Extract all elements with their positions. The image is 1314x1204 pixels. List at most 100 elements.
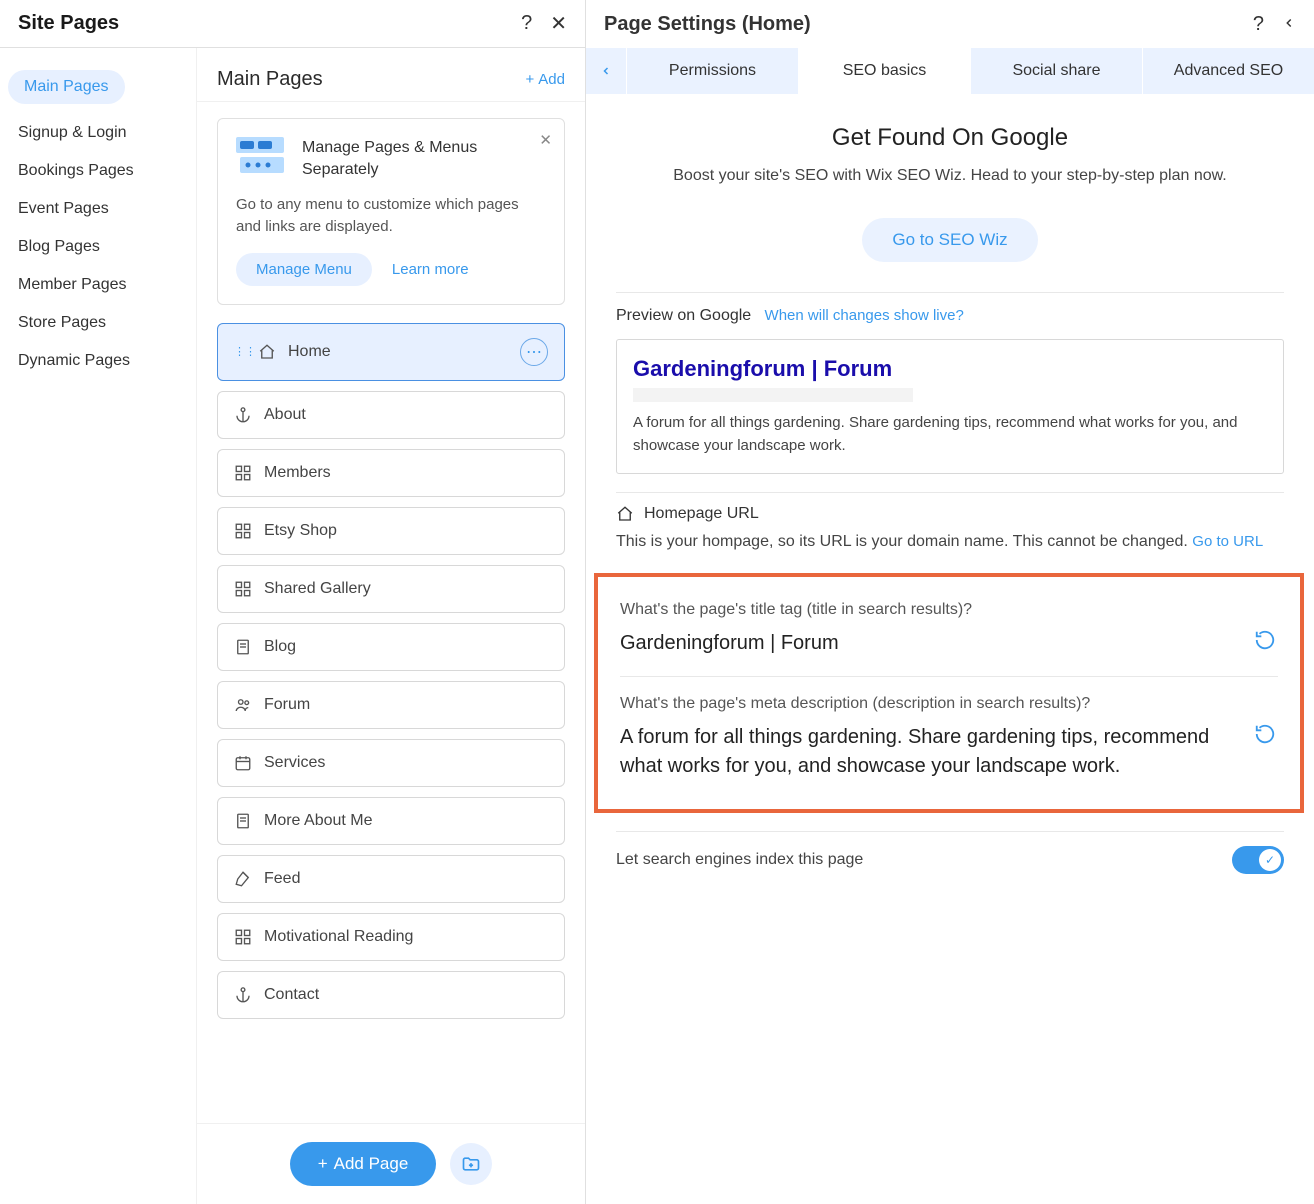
page-item[interactable]: ⋮⋮ Home ⋯ xyxy=(217,323,565,381)
page-icon xyxy=(234,812,252,830)
close-icon[interactable]: ✕ xyxy=(550,11,567,36)
revert-icon[interactable] xyxy=(1254,629,1278,653)
add-page-label: Add Page xyxy=(334,1154,409,1174)
page-icon xyxy=(234,638,252,656)
go-to-url-link[interactable]: Go to URL xyxy=(1192,533,1263,550)
sidebar-category[interactable]: Bookings Pages xyxy=(0,152,196,190)
index-toggle-label: Let search engines index this page xyxy=(616,851,1232,869)
title-tag-label: What's the page's title tag (title in se… xyxy=(620,601,1278,619)
sidebar-category[interactable]: Blog Pages xyxy=(0,228,196,266)
categories-sidebar: Main Pages Signup & LoginBookings PagesEv… xyxy=(0,48,197,1204)
seo-hero: Get Found On Google Boost your site's SE… xyxy=(586,94,1314,292)
site-pages-header: Site Pages ? ✕ xyxy=(0,0,585,48)
anchor-icon xyxy=(234,406,252,424)
manage-menus-info: ✕ xyxy=(217,118,565,305)
pages-footer: + Add Page xyxy=(197,1123,585,1204)
pages-column-header: Main Pages + Add xyxy=(197,48,585,102)
site-pages-title: Site Pages xyxy=(18,12,521,35)
add-link[interactable]: + Add xyxy=(526,71,565,88)
more-options-button[interactable]: ⋯ xyxy=(520,338,548,366)
learn-more-link[interactable]: Learn more xyxy=(392,261,469,278)
page-item[interactable]: Blog xyxy=(217,623,565,671)
page-item-label: Home xyxy=(288,343,331,361)
grid-icon xyxy=(234,522,252,540)
sidebar-category[interactable]: Signup & Login xyxy=(0,114,196,152)
preview-label-row: Preview on Google When will changes show… xyxy=(616,293,1284,339)
settings-tab[interactable]: Social share xyxy=(970,48,1142,94)
page-settings-title: Page Settings (Home) xyxy=(604,13,1253,36)
meta-desc-input[interactable]: A forum for all things gardening. Share … xyxy=(620,723,1240,781)
homepage-url-body: This is your hompage, so its URL is your… xyxy=(616,533,1192,550)
drag-handle-icon[interactable]: ⋮⋮ xyxy=(234,345,246,358)
close-icon[interactable]: ✕ xyxy=(539,131,552,149)
pen-icon xyxy=(234,870,252,888)
page-item-label: Members xyxy=(264,464,331,482)
settings-body[interactable]: Get Found On Google Boost your site's SE… xyxy=(586,94,1314,1204)
page-item-label: Contact xyxy=(264,986,319,1004)
preview-title: Gardeningforum | Forum xyxy=(633,356,1267,382)
add-folder-button[interactable] xyxy=(450,1143,492,1185)
page-item-label: About xyxy=(264,406,306,424)
add-link-label: Add xyxy=(538,71,565,88)
add-page-button[interactable]: + Add Page xyxy=(290,1142,437,1186)
page-item-label: More About Me xyxy=(264,812,373,830)
page-settings-panel: Page Settings (Home) ? PermissionsSEO ba… xyxy=(586,0,1314,1204)
page-item-label: Forum xyxy=(264,696,310,714)
page-item[interactable]: Members xyxy=(217,449,565,497)
preview-url-placeholder xyxy=(633,388,913,402)
preview-label-text: Preview on Google xyxy=(616,307,751,324)
tabs-scroll-left[interactable] xyxy=(586,48,626,94)
sidebar-category[interactable]: Event Pages xyxy=(0,190,196,228)
page-item[interactable]: Contact xyxy=(217,971,565,1019)
changes-live-link[interactable]: When will changes show live? xyxy=(765,307,964,324)
page-item-label: Etsy Shop xyxy=(264,522,337,540)
settings-tab[interactable]: SEO basics xyxy=(798,48,970,94)
page-item-label: Feed xyxy=(264,870,300,888)
chevron-left-icon[interactable] xyxy=(1282,13,1296,36)
page-item[interactable]: Services xyxy=(217,739,565,787)
index-toggle-row: Let search engines index this page ✓ xyxy=(586,832,1314,888)
home-icon xyxy=(258,343,276,361)
title-tag-input[interactable]: Gardeningforum | Forum xyxy=(620,629,1240,658)
page-item[interactable]: Forum xyxy=(217,681,565,729)
homepage-url-label: Homepage URL xyxy=(644,505,759,523)
manage-menu-button[interactable]: Manage Menu xyxy=(236,253,372,286)
page-item-label: Blog xyxy=(264,638,296,656)
grid-icon xyxy=(234,580,252,598)
pages-scroll[interactable]: ✕ xyxy=(197,102,585,1123)
anchor-icon xyxy=(234,986,252,1004)
page-item-label: Services xyxy=(264,754,325,772)
check-icon: ✓ xyxy=(1259,849,1281,871)
hero-title: Get Found On Google xyxy=(616,124,1284,152)
seo-fields-highlight: What's the page's title tag (title in se… xyxy=(594,573,1304,813)
help-icon[interactable]: ? xyxy=(521,12,532,35)
homepage-url-text: This is your hompage, so its URL is your… xyxy=(616,529,1284,573)
page-item[interactable]: Motivational Reading xyxy=(217,913,565,961)
homepage-url-heading: Homepage URL xyxy=(616,493,1284,529)
page-settings-header: Page Settings (Home) ? xyxy=(586,0,1314,48)
settings-tabs: PermissionsSEO basicsSocial shareAdvance… xyxy=(586,48,1314,94)
page-item[interactable]: Feed xyxy=(217,855,565,903)
pages-column: Main Pages + Add ✕ xyxy=(197,48,585,1204)
help-icon[interactable]: ? xyxy=(1253,13,1264,36)
page-item[interactable]: Etsy Shop xyxy=(217,507,565,555)
sidebar-category[interactable]: Member Pages xyxy=(0,266,196,304)
page-item-label: Shared Gallery xyxy=(264,580,371,598)
index-toggle[interactable]: ✓ xyxy=(1232,846,1284,874)
site-pages-panel: Site Pages ? ✕ Main PagesSignup & LoginB… xyxy=(0,0,586,1204)
sidebar-category[interactable]: Dynamic Pages xyxy=(0,342,196,380)
google-preview-box: Gardeningforum | Forum A forum for all t… xyxy=(616,339,1284,474)
page-item-label: Motivational Reading xyxy=(264,928,413,946)
sidebar-category[interactable]: Store Pages xyxy=(0,304,196,342)
page-item[interactable]: About xyxy=(217,391,565,439)
sidebar-category[interactable]: Main Pages xyxy=(8,70,125,104)
page-item[interactable]: Shared Gallery xyxy=(217,565,565,613)
page-item[interactable]: More About Me xyxy=(217,797,565,845)
pages-column-heading: Main Pages xyxy=(217,68,526,91)
revert-icon[interactable] xyxy=(1254,723,1278,747)
preview-desc: A forum for all things gardening. Share … xyxy=(633,412,1267,457)
seo-wiz-button[interactable]: Go to SEO Wiz xyxy=(862,218,1037,262)
home-icon xyxy=(616,505,634,523)
settings-tab[interactable]: Permissions xyxy=(626,48,798,94)
settings-tab[interactable]: Advanced SEO xyxy=(1142,48,1314,94)
